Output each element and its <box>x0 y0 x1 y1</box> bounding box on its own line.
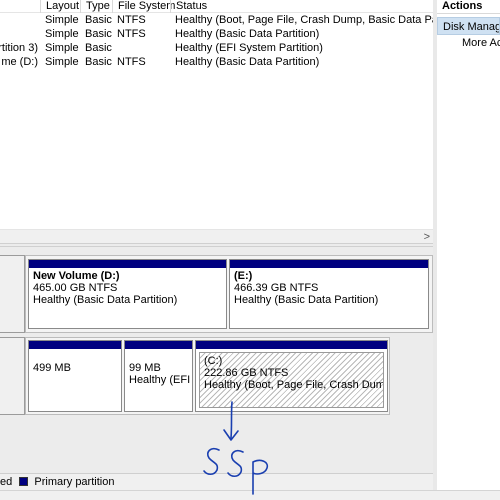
volume-type: Basic <box>85 56 112 68</box>
partition-type-bar <box>230 260 428 268</box>
column-header-status[interactable]: Status <box>170 0 433 13</box>
horizontal-scrollbar[interactable]: > <box>0 229 433 243</box>
partition-name: (C:) <box>204 355 223 367</box>
volume-type: Basic <box>85 28 112 40</box>
annotation-arrow-icon <box>230 401 233 439</box>
handwritten-ssd-annotation <box>203 401 269 495</box>
actions-title: Actions <box>437 0 500 14</box>
column-header-file-system[interactable]: File System <box>112 0 175 13</box>
partition-efi[interactable]: 99 MB Healthy (EFI S <box>124 340 193 412</box>
volume-status: Healthy (Boot, Page File, Crash Dump, Ba… <box>175 14 433 26</box>
volume-file-system: NTFS <box>117 14 146 26</box>
partition-size: 99 MB <box>129 362 161 374</box>
volume-type: Basic <box>85 42 112 54</box>
column-header-layout[interactable]: Layout <box>40 0 80 13</box>
partition-status: Healthy (EFI S <box>129 374 192 386</box>
partition-type-bar <box>196 341 387 349</box>
legend-primary-label: Primary partition <box>34 476 115 488</box>
disk-0-label[interactable] <box>0 337 25 415</box>
partition-size: 499 MB <box>33 362 71 374</box>
volume-row[interactable]: Simple Basic NTFS Healthy (Boot, Page Fi… <box>0 13 433 27</box>
partition-type-bar <box>29 341 121 349</box>
volume-status: Healthy (Basic Data Partition) <box>175 56 320 68</box>
volume-layout: Simple <box>45 56 79 68</box>
annotation-letter-s <box>227 449 244 478</box>
actions-more-item[interactable]: More Ac <box>437 35 500 52</box>
partition-d[interactable]: New Volume (D:) 465.00 GB NTFS Healthy (… <box>28 259 227 329</box>
volume-file-system: NTFS <box>117 28 146 40</box>
partition-name: New Volume (D:) <box>33 270 120 282</box>
volume-layout: Simple <box>45 42 79 54</box>
partition-size: 466.39 GB NTFS <box>234 282 319 294</box>
partition-status: Healthy (Basic Data Partition) <box>33 294 178 306</box>
partition-type-bar <box>29 260 226 268</box>
legend-partial-label: ed <box>0 476 13 488</box>
volume-layout: Simple <box>45 28 79 40</box>
partition-recovery[interactable]: 499 MB <box>28 340 122 412</box>
partition-status: Healthy (Boot, Page File, Crash Dump, Ba <box>204 379 383 391</box>
scroll-right-arrow-icon[interactable]: > <box>424 231 430 243</box>
partition-status: Healthy (Basic Data Partition) <box>234 294 379 306</box>
disk-1-label[interactable] <box>0 255 25 333</box>
partition-type-bar <box>125 341 192 349</box>
partition-e[interactable]: (E:) 466.39 GB NTFS Healthy (Basic Data … <box>229 259 429 329</box>
volume-row[interactable]: me (D:) Simple Basic NTFS Healthy (Basic… <box>0 55 433 69</box>
partition-name: (E:) <box>234 270 253 282</box>
actions-disk-management-item[interactable]: Disk Manage <box>437 17 500 35</box>
volume-status: Healthy (Basic Data Partition) <box>175 28 320 40</box>
column-header-type[interactable]: Type <box>80 0 112 13</box>
volume-row[interactable]: rtition 3) Simple Basic Healthy (EFI Sys… <box>0 41 433 55</box>
volume-list: Layout Type File System Status Simple Ba… <box>0 0 433 243</box>
volume-file-system: NTFS <box>117 56 146 68</box>
primary-partition-swatch <box>19 477 29 486</box>
volume-name: me (D:) <box>1 56 38 68</box>
annotation-letter-s <box>203 447 220 476</box>
volume-layout: Simple <box>45 14 79 26</box>
actions-pane: Actions Disk Manage More Ac <box>433 0 500 490</box>
annotation-letter-d <box>252 459 269 495</box>
partition-size: 465.00 GB NTFS <box>33 282 118 294</box>
volume-status: Healthy (EFI System Partition) <box>175 42 323 54</box>
volume-list-header: Layout Type File System Status <box>0 0 433 13</box>
volume-type: Basic <box>85 14 112 26</box>
partition-size: 222.86 GB NTFS <box>204 367 289 379</box>
volume-name: rtition 3) <box>0 42 38 54</box>
volume-row[interactable]: Simple Basic NTFS Healthy (Basic Data Pa… <box>0 27 433 41</box>
